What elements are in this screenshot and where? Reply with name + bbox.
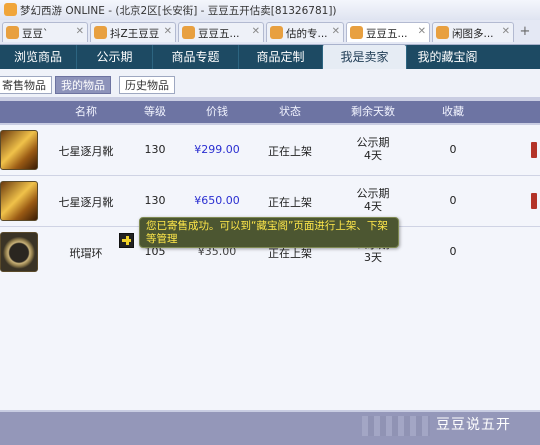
tab-favicon-icon <box>182 26 195 39</box>
item-favorite-count: 0 <box>449 245 457 258</box>
item-level: 130 <box>144 194 166 207</box>
tab-favicon-icon <box>270 26 283 39</box>
browser-tab-5[interactable]: 豆豆五... ✕ <box>346 22 430 42</box>
browser-tab-label: 闲图多... <box>452 28 494 40</box>
subtab-consigned[interactable]: 寄售物品 <box>0 76 52 94</box>
column-header-name: 名称 <box>75 105 97 118</box>
browser-tab-2[interactable]: 抖Z王豆豆 ✕ <box>90 22 176 42</box>
item-name[interactable]: 七星逐月靴 <box>46 194 126 210</box>
tab-favicon-icon <box>436 26 449 39</box>
close-icon[interactable]: ✕ <box>76 26 84 37</box>
window-titlebar: 梦幻西游 ONLINE - (北京2区[长安街] - 豆豆五开估卖[813267… <box>0 0 540 21</box>
action-marker[interactable] <box>531 142 537 158</box>
table-empty-area <box>0 277 540 410</box>
nav-item-topics[interactable]: 商品专题 <box>152 45 238 69</box>
browser-tab-strip: 豆豆` ✕ 抖Z王豆豆 ✕ 豆豆五... ✕ 估的专... ✕ 豆豆五... ✕… <box>0 20 540 45</box>
nav-item-browse[interactable]: 浏览商品 <box>0 45 76 69</box>
item-favorite-count: 0 <box>449 143 457 156</box>
close-icon[interactable]: ✕ <box>164 26 172 37</box>
item-remaining-days: 公示期 4天 <box>356 136 390 162</box>
browser-tab-1[interactable]: 豆豆` ✕ <box>2 22 88 42</box>
column-header-remaining: 剩余天数 <box>351 105 395 118</box>
close-icon[interactable]: ✕ <box>332 26 340 37</box>
nav-item-my-treasure[interactable]: 我的藏宝阁 <box>406 45 488 69</box>
action-marker[interactable] <box>531 193 537 209</box>
column-header-status: 状态 <box>279 105 301 118</box>
app-icon <box>4 3 17 16</box>
item-level: 130 <box>144 143 166 156</box>
main-navbar: 浏览商品 公示期 商品专题 商品定制 我是卖家 我的藏宝阁 <box>0 45 540 69</box>
subtab-my-items[interactable]: 我的物品 <box>55 76 111 94</box>
item-favorite-count: 0 <box>449 194 457 207</box>
table-row[interactable]: 七星逐月靴 130 ¥299.00 正在上架 公示期 4天 0 <box>0 125 540 176</box>
watermark-text: 豆豆说五开 <box>436 417 511 433</box>
browser-tab-label: 抖Z王豆豆 <box>110 28 160 40</box>
move-cursor-icon <box>119 233 134 248</box>
close-icon[interactable]: ✕ <box>252 26 260 37</box>
boots-item-icon[interactable] <box>0 181 38 221</box>
browser-tab-6[interactable]: 闲图多... ✕ <box>432 22 514 42</box>
close-icon[interactable]: ✕ <box>502 26 510 37</box>
item-name[interactable]: 七星逐月靴 <box>46 143 126 159</box>
item-status: 正在上架 <box>268 145 312 158</box>
item-name[interactable]: 玳瑁环 <box>46 245 126 261</box>
new-tab-plus-icon[interactable]: + <box>516 24 534 40</box>
item-status: 正在上架 <box>268 196 312 209</box>
nav-item-publicity[interactable]: 公示期 <box>76 45 152 69</box>
blurred-area <box>362 416 430 436</box>
tab-favicon-icon <box>350 26 363 39</box>
item-remaining-days: 公示期 4天 <box>356 187 390 213</box>
tab-favicon-icon <box>6 26 19 39</box>
window-title: 梦幻西游 ONLINE - (北京2区[长安街] - 豆豆五开估卖[813267… <box>20 5 337 17</box>
browser-tab-label: 豆豆五... <box>366 28 408 40</box>
item-price: ¥650.00 <box>194 194 240 207</box>
tooltip-text: 您已寄售成功。可以到“藏宝阁”页面进行上架、下架等管理 <box>146 220 388 245</box>
item-price: ¥299.00 <box>194 143 240 156</box>
tab-favicon-icon <box>94 26 107 39</box>
browser-tab-4[interactable]: 估的专... ✕ <box>266 22 344 42</box>
close-icon[interactable]: ✕ <box>418 26 426 37</box>
column-header-favorite: 收藏 <box>442 105 464 118</box>
subtab-history[interactable]: 历史物品 <box>119 76 175 94</box>
boots-item-icon[interactable] <box>0 130 38 170</box>
browser-tab-label: 豆豆五... <box>198 28 240 40</box>
success-tooltip: 您已寄售成功。可以到“藏宝阁”页面进行上架、下架等管理 <box>139 217 399 248</box>
browser-tab-label: 估的专... <box>286 28 328 40</box>
column-header-level: 等级 <box>144 105 166 118</box>
seller-subtabs: 寄售物品 我的物品 历史物品 <box>0 69 540 97</box>
ring-item-icon[interactable] <box>0 232 38 272</box>
column-header-price: 价钱 <box>206 105 228 118</box>
browser-tab-label: 豆豆` <box>22 28 49 40</box>
nav-item-seller[interactable]: 我是卖家 <box>322 45 406 69</box>
items-table-header: 名称 等级 价钱 状态 剩余天数 收藏 <box>0 101 540 123</box>
nav-item-custom[interactable]: 商品定制 <box>238 45 322 69</box>
browser-tab-3[interactable]: 豆豆五... ✕ <box>178 22 264 42</box>
